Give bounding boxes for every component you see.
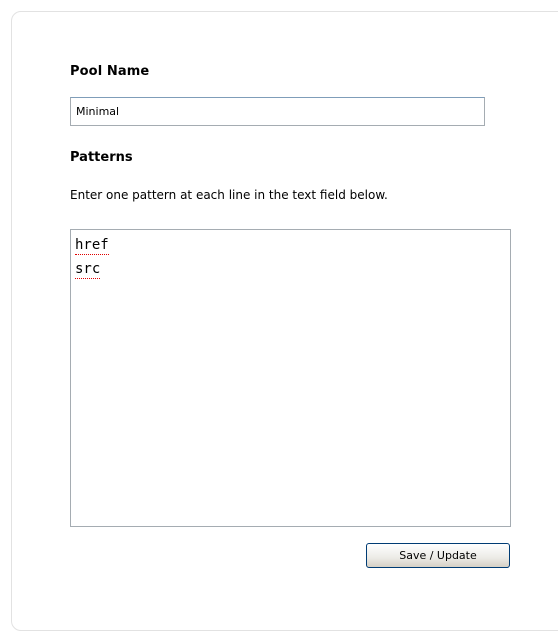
save-update-button[interactable]: Save / Update [366, 543, 510, 568]
pool-name-label: Pool Name [70, 64, 150, 79]
patterns-label: Patterns [70, 150, 133, 165]
pattern-text: href [75, 237, 109, 255]
pattern-line: href [75, 233, 506, 257]
patterns-help-text: Enter one pattern at each line in the te… [70, 188, 388, 202]
pool-name-input[interactable] [70, 97, 485, 126]
pattern-text: src [75, 261, 101, 279]
patterns-textarea[interactable]: href src [70, 229, 511, 527]
pattern-line: src [75, 257, 506, 281]
